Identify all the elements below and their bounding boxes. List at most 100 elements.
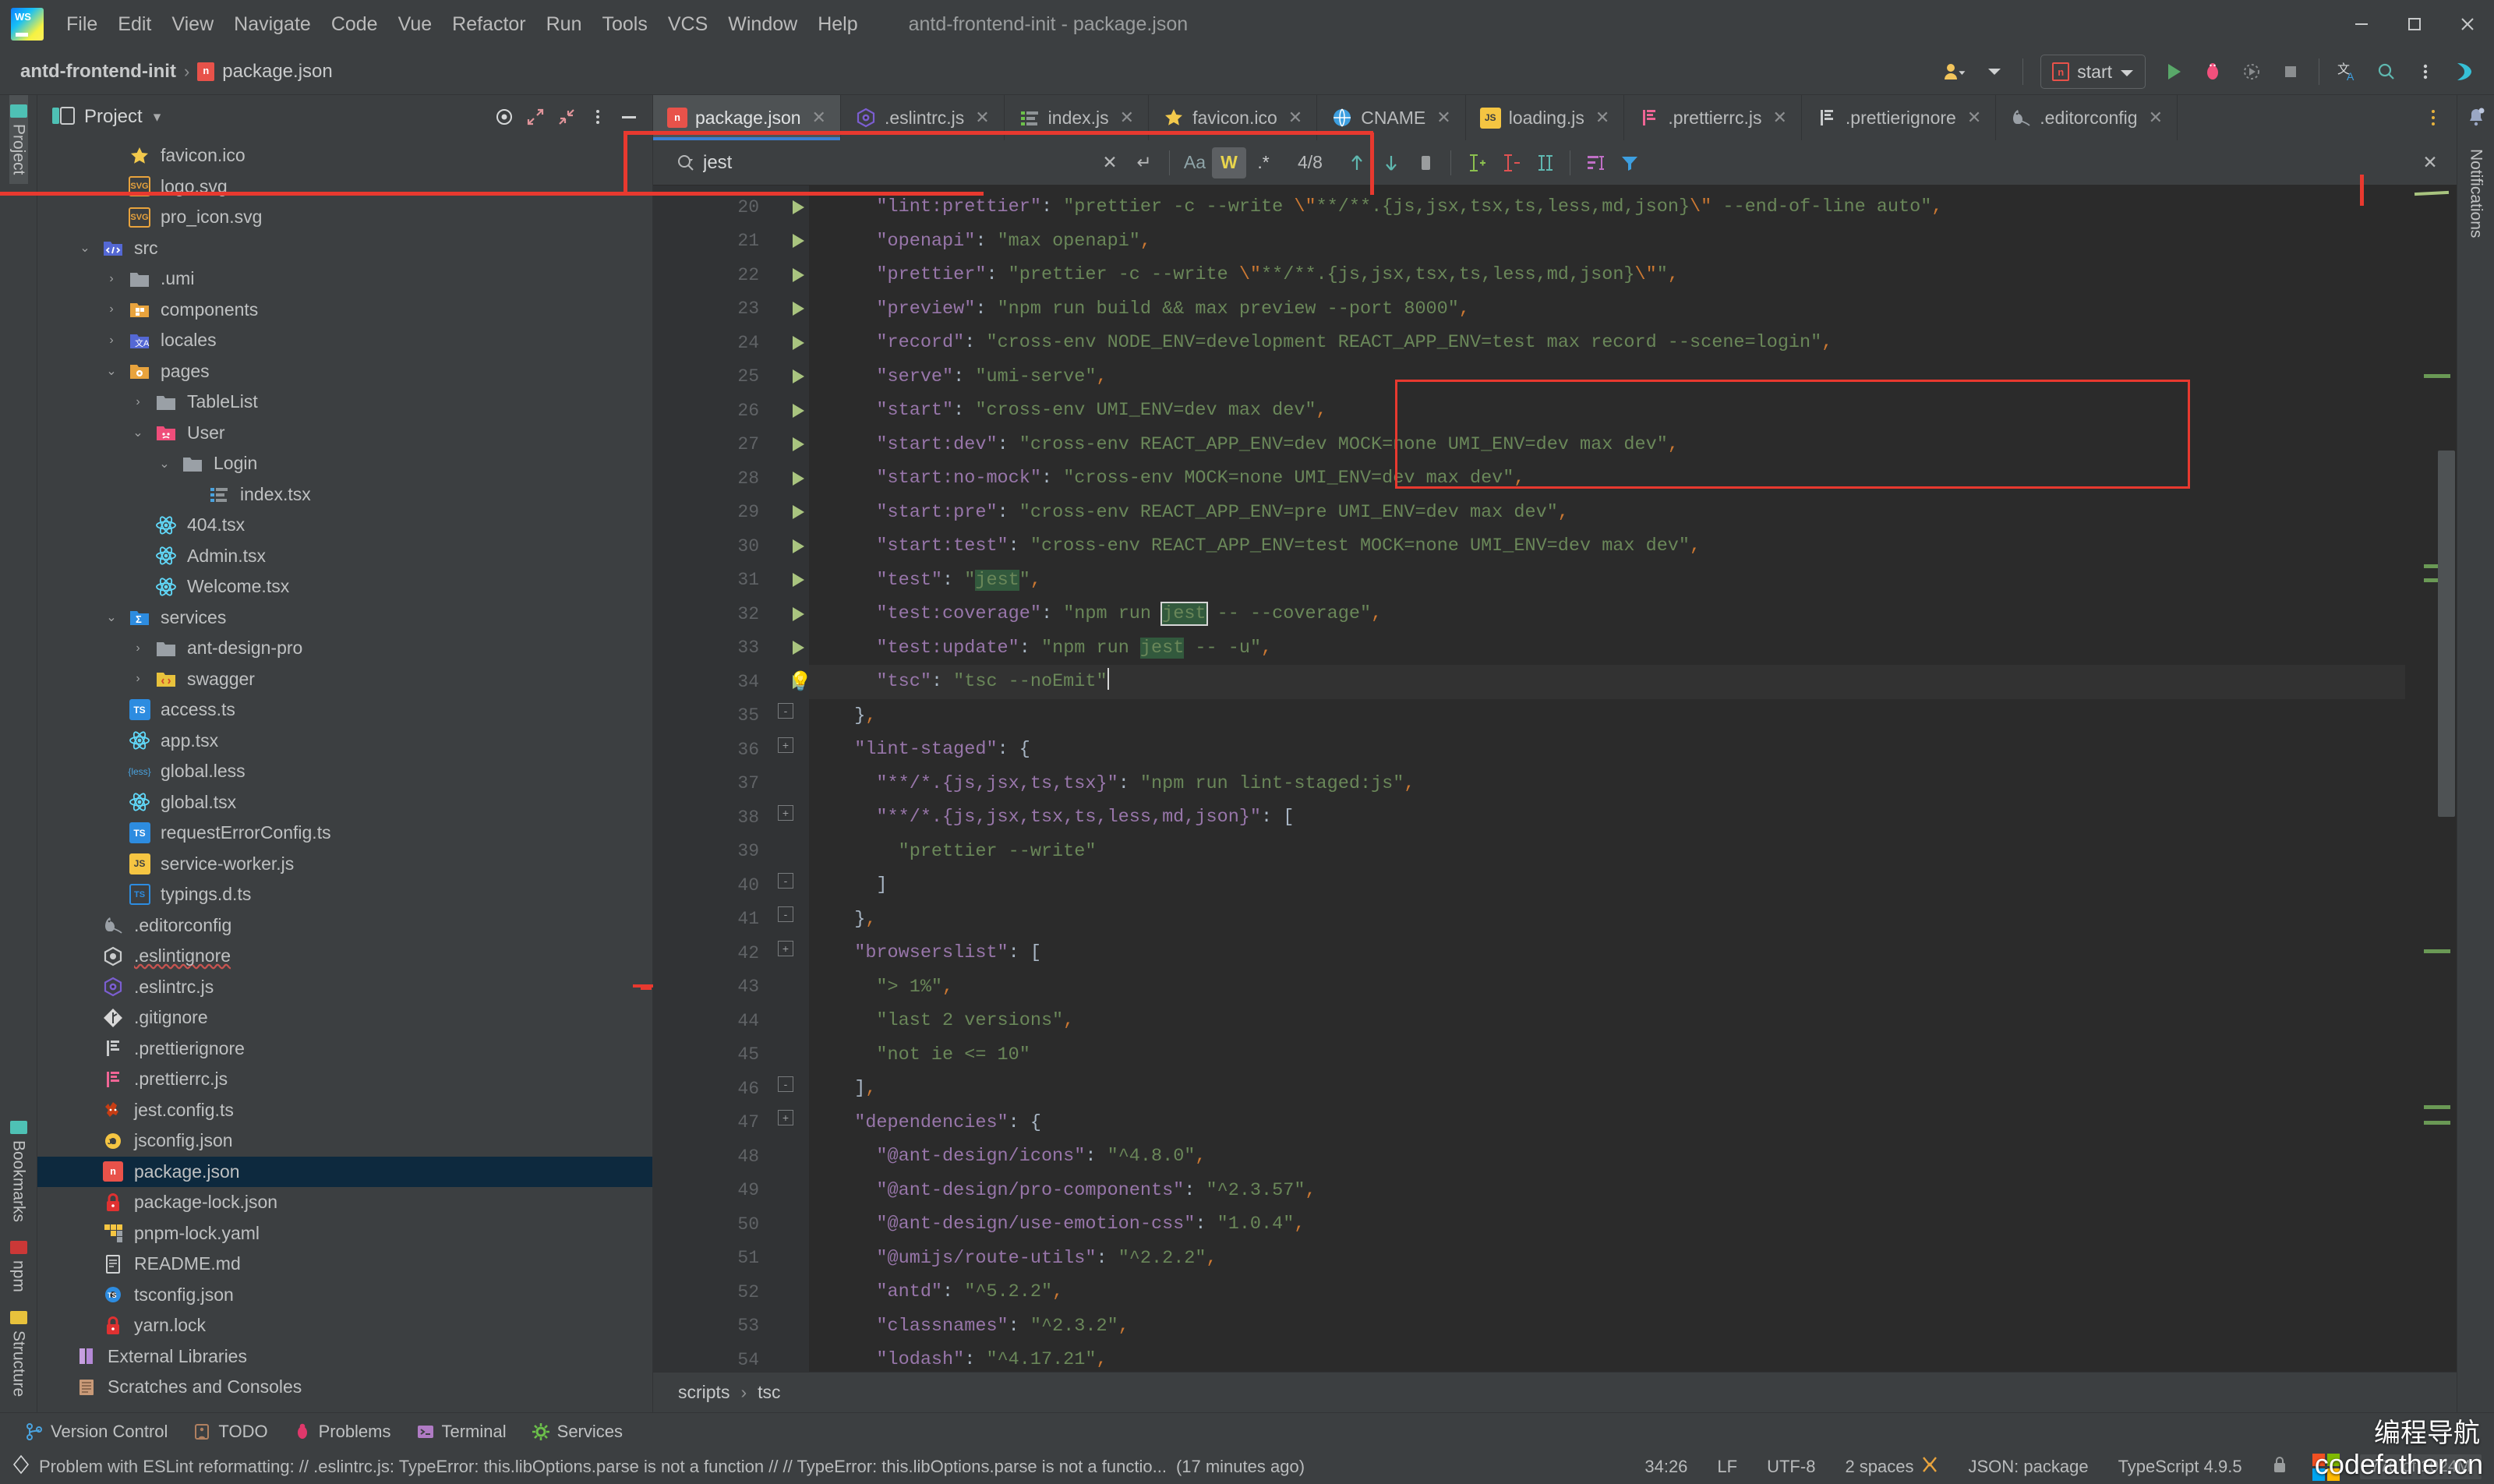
editor-tab[interactable]: .eslintrc.js ✕	[841, 95, 1005, 140]
line-number[interactable]: 25	[653, 360, 804, 394]
next-match-icon[interactable]	[1374, 147, 1408, 178]
chevron-right-icon[interactable]: ›	[97, 334, 126, 348]
fold-marker[interactable]: -	[768, 1067, 809, 1101]
run-icon[interactable]	[2157, 55, 2191, 89]
debug-icon[interactable]	[2195, 55, 2230, 89]
tree-item[interactable]: favicon.ico	[37, 140, 652, 171]
line-number[interactable]: 40	[653, 868, 768, 903]
chevron-down-icon[interactable]: ⌄	[123, 425, 153, 440]
tree-item[interactable]: ⌄ User	[37, 418, 652, 449]
menu-refactor[interactable]: Refactor	[442, 9, 535, 41]
line-number[interactable]: 30	[653, 529, 804, 564]
tree-item[interactable]: TS tsconfig.json	[37, 1280, 652, 1311]
tree-item[interactable]: › TableList	[37, 387, 652, 418]
caret-position[interactable]: 34:26	[1640, 1454, 1692, 1480]
menu-tools[interactable]: Tools	[592, 9, 658, 41]
line-number[interactable]: 54	[653, 1343, 768, 1372]
fold-collapse-icon[interactable]: -	[778, 906, 793, 923]
line-number[interactable]: 29	[653, 496, 804, 530]
tree-item[interactable]: .eslintignore	[37, 941, 652, 972]
line-number[interactable]: 53	[653, 1309, 768, 1344]
line-number[interactable]: 48	[653, 1140, 768, 1174]
code-editor[interactable]: 20 21 22 23 24 25 26 27 28 29 30 31 32 33 34 💡 35 36 37 38 3…	[653, 186, 2457, 1372]
code-folding-column[interactable]: - + + - - + - +	[768, 186, 809, 1372]
tree-item[interactable]: package-lock.json	[37, 1187, 652, 1218]
editor-tab[interactable]: CNAME ✕	[1317, 95, 1466, 140]
sidebar-item-npm[interactable]: npm	[9, 1231, 28, 1302]
match-case-icon[interactable]: Aa	[1178, 147, 1212, 178]
tree-item[interactable]: pnpm-lock.yaml	[37, 1218, 652, 1249]
code-line[interactable]: "lint:prettier": "prettier -c --write \"…	[809, 190, 2405, 224]
menu-code[interactable]: Code	[321, 9, 388, 41]
close-icon[interactable]: ✕	[1595, 108, 1609, 128]
tree-item[interactable]: › .umi	[37, 263, 652, 295]
tool-window-todo[interactable]: TODO	[183, 1418, 277, 1446]
maximize-button[interactable]	[2388, 0, 2441, 48]
tree-item[interactable]: 404.tsx	[37, 510, 652, 541]
search-icon[interactable]	[669, 147, 703, 178]
close-icon[interactable]: ✕	[2149, 108, 2163, 128]
chevron-right-icon[interactable]: ›	[97, 272, 126, 286]
locate-icon[interactable]	[489, 101, 520, 132]
editor-tab[interactable]: .editorconfig ✕	[1996, 95, 2178, 140]
editor-marker-column[interactable]	[2405, 186, 2457, 1372]
chevron-down-icon[interactable]: ⌄	[97, 363, 126, 379]
fold-expand-icon[interactable]: +	[778, 804, 793, 821]
editor-tab[interactable]: n package.json ✕	[653, 95, 841, 140]
menu-file[interactable]: File	[56, 9, 108, 41]
tree-item[interactable]: app.tsx	[37, 726, 652, 757]
sidebar-item-structure[interactable]: Structure	[9, 1302, 28, 1406]
code-line[interactable]: "start:no-mock": "cross-env MOCK=none UM…	[809, 461, 2405, 496]
tree-item[interactable]: Admin.tsx	[37, 541, 652, 572]
tree-item[interactable]: JS jsconfig.json	[37, 1125, 652, 1157]
search-input[interactable]	[703, 151, 1093, 174]
line-number[interactable]: 28	[653, 461, 804, 496]
line-number[interactable]: 46	[653, 1072, 768, 1106]
fold-collapse-icon[interactable]: -	[778, 872, 793, 889]
tree-item[interactable]: › ant-design-pro	[37, 633, 652, 664]
prev-match-icon[interactable]	[1340, 147, 1374, 178]
tool-window-version-control[interactable]: Version Control	[16, 1418, 177, 1446]
fold-marker[interactable]: +	[768, 728, 809, 762]
code-line[interactable]: "last 2 versions",	[809, 1004, 2405, 1038]
tree-item[interactable]: TS typings.d.ts	[37, 879, 652, 910]
editor-tab[interactable]: index.js ✕	[1005, 95, 1150, 140]
indent-setting[interactable]: 2 spaces	[1840, 1452, 1943, 1482]
line-number[interactable]: 44	[653, 1004, 768, 1038]
line-number[interactable]: 34 💡	[653, 665, 812, 699]
line-number[interactable]: 23	[653, 292, 804, 327]
editor-tab-bar[interactable]: n package.json ✕ .eslintrc.js ✕ index.js ✕ favi…	[653, 95, 2457, 140]
line-number[interactable]: 50	[653, 1207, 768, 1242]
line-number-gutter[interactable]: 20 21 22 23 24 25 26 27 28 29 30 31 32 33 34 💡 35 36 37 38 3…	[653, 186, 812, 1372]
fold-marker[interactable]: +	[768, 931, 809, 966]
line-number[interactable]: 38	[653, 800, 768, 835]
line-number[interactable]: 26	[653, 394, 804, 428]
code-line[interactable]: "@umijs/route-utils": "^2.2.2",	[809, 1242, 2405, 1276]
status-message-area[interactable]: Problem with ESLint reformatting: // .es…	[12, 1454, 1640, 1479]
tree-item[interactable]: External Libraries	[37, 1341, 652, 1373]
line-number[interactable]: 52	[653, 1275, 768, 1309]
fold-marker[interactable]: +	[768, 1101, 809, 1136]
language-version[interactable]: TypeScript 4.9.5	[2114, 1454, 2247, 1480]
microsoft-icon[interactable]	[2312, 1453, 2340, 1481]
line-number[interactable]: 31	[653, 564, 804, 598]
menu-vcs[interactable]: VCS	[658, 9, 718, 41]
close-icon[interactable]: ✕	[1120, 108, 1134, 128]
line-number[interactable]: 27	[653, 428, 804, 462]
close-icon[interactable]: ✕	[2413, 147, 2447, 178]
line-number[interactable]: 39	[653, 835, 768, 869]
tree-item[interactable]: › swagger	[37, 664, 652, 695]
line-number[interactable]: 21	[653, 224, 804, 259]
line-number[interactable]: 32	[653, 597, 804, 631]
tree-item[interactable]: JS service-worker.js	[37, 849, 652, 880]
tree-item[interactable]: SVG pro_icon.svg	[37, 202, 652, 233]
menu-navigate[interactable]: Navigate	[224, 9, 321, 41]
code-line[interactable]: "start": "cross-env UMI_ENV=dev max dev"…	[809, 394, 2405, 428]
line-number[interactable]: 51	[653, 1242, 768, 1276]
code-line[interactable]: "> 1%",	[809, 970, 2405, 1005]
menu-view[interactable]: View	[161, 9, 224, 41]
more-options-icon[interactable]	[582, 101, 613, 132]
stop-icon[interactable]	[2273, 55, 2308, 89]
close-icon[interactable]: ✕	[1288, 108, 1302, 128]
code-line[interactable]: "prettier": "prettier -c --write \"**/**…	[809, 258, 2405, 292]
